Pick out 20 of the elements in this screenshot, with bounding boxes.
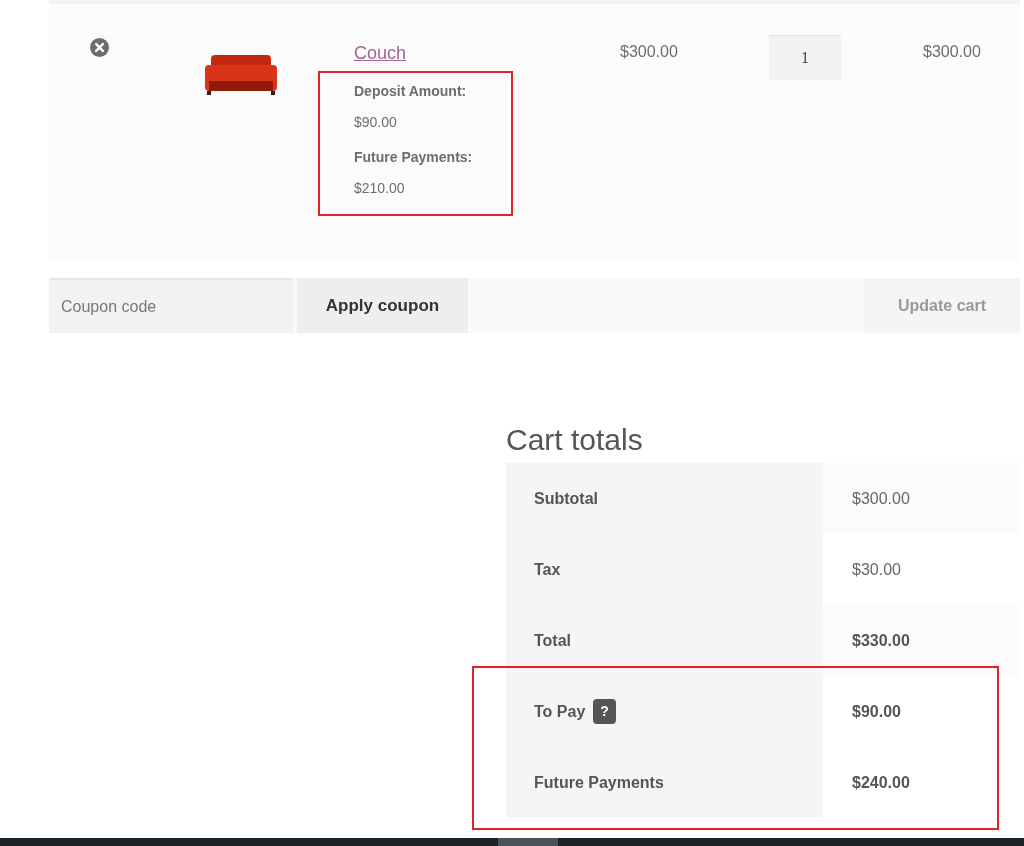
meta-label: Future Payments:	[354, 148, 474, 167]
totals-value: $300.00	[823, 463, 1020, 534]
totals-label: Total	[534, 630, 572, 651]
meta-value: $90.00	[354, 113, 398, 132]
help-badge[interactable]: ?	[593, 699, 616, 724]
line-subtotal: $300.00	[923, 43, 981, 60]
cart-totals-heading: Cart totals	[506, 422, 644, 458]
meta-value: $210.00	[354, 179, 406, 198]
meta-label: Deposit Amount:	[354, 82, 468, 101]
apply-coupon-button[interactable]: Apply coupon	[297, 278, 468, 333]
totals-value: $330.00	[823, 605, 1020, 676]
totals-label: Subtotal	[534, 488, 598, 509]
totals-label: To Pay	[534, 701, 586, 722]
coupon-field[interactable]: Coupon code	[49, 278, 293, 333]
product-link[interactable]: Couch	[354, 43, 407, 63]
totals-label: Tax	[534, 559, 561, 580]
quantity-field[interactable]: 1	[769, 35, 841, 80]
unit-price: $300.00	[620, 43, 678, 60]
totals-label: Future Payments	[534, 772, 664, 793]
remove-icon[interactable]	[90, 38, 109, 57]
